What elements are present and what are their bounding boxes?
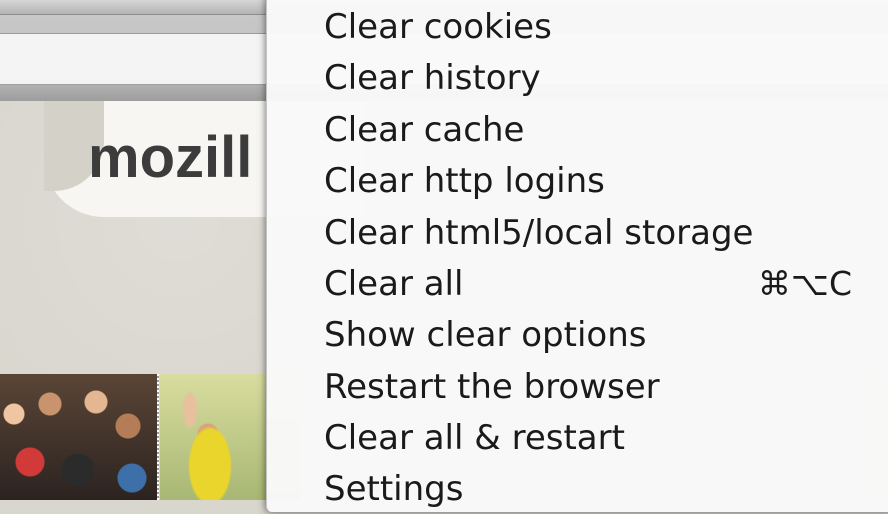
menu-item-clear-history[interactable]: Clear history [324, 53, 854, 103]
menu-item-clear-cache[interactable]: Clear cache [324, 105, 854, 155]
menu-item-clear-all-restart[interactable]: Clear all & restart [324, 413, 854, 463]
menu-item-label: Clear history [324, 58, 541, 98]
keyboard-shortcut: ⌘⌥C [757, 264, 852, 303]
site-logo-text[interactable]: mozill [88, 124, 252, 191]
photo-border [157, 374, 159, 500]
menu-item-label: Clear all [324, 264, 464, 304]
menu-item-label: Clear html5/local storage [324, 213, 754, 253]
menu-item-label: Restart the browser [324, 367, 660, 407]
menu-item-clear-all[interactable]: Clear all ⌘⌥C [324, 259, 854, 309]
clear-menu: Clear cookies Clear history Clear cache … [266, 0, 888, 512]
menu-item-label: Clear http logins [324, 161, 605, 201]
menu-item-clear-cookies[interactable]: Clear cookies [324, 2, 854, 52]
menu-item-restart-browser[interactable]: Restart the browser [324, 362, 854, 412]
menu-item-label: Clear all & restart [324, 418, 625, 458]
menu-item-label: Settings [324, 469, 464, 509]
menu-item-label: Show clear options [324, 315, 647, 355]
menu-item-clear-html5-storage[interactable]: Clear html5/local storage [324, 208, 854, 258]
menu-item-show-clear-options[interactable]: Show clear options [324, 310, 854, 360]
menu-item-settings[interactable]: Settings [324, 464, 854, 514]
menu-item-label: Clear cache [324, 110, 525, 150]
menu-item-label: Clear cookies [324, 7, 552, 47]
page-photo-strip [0, 374, 300, 500]
group-photo [0, 374, 158, 500]
menu-item-clear-http-logins[interactable]: Clear http logins [324, 156, 854, 206]
